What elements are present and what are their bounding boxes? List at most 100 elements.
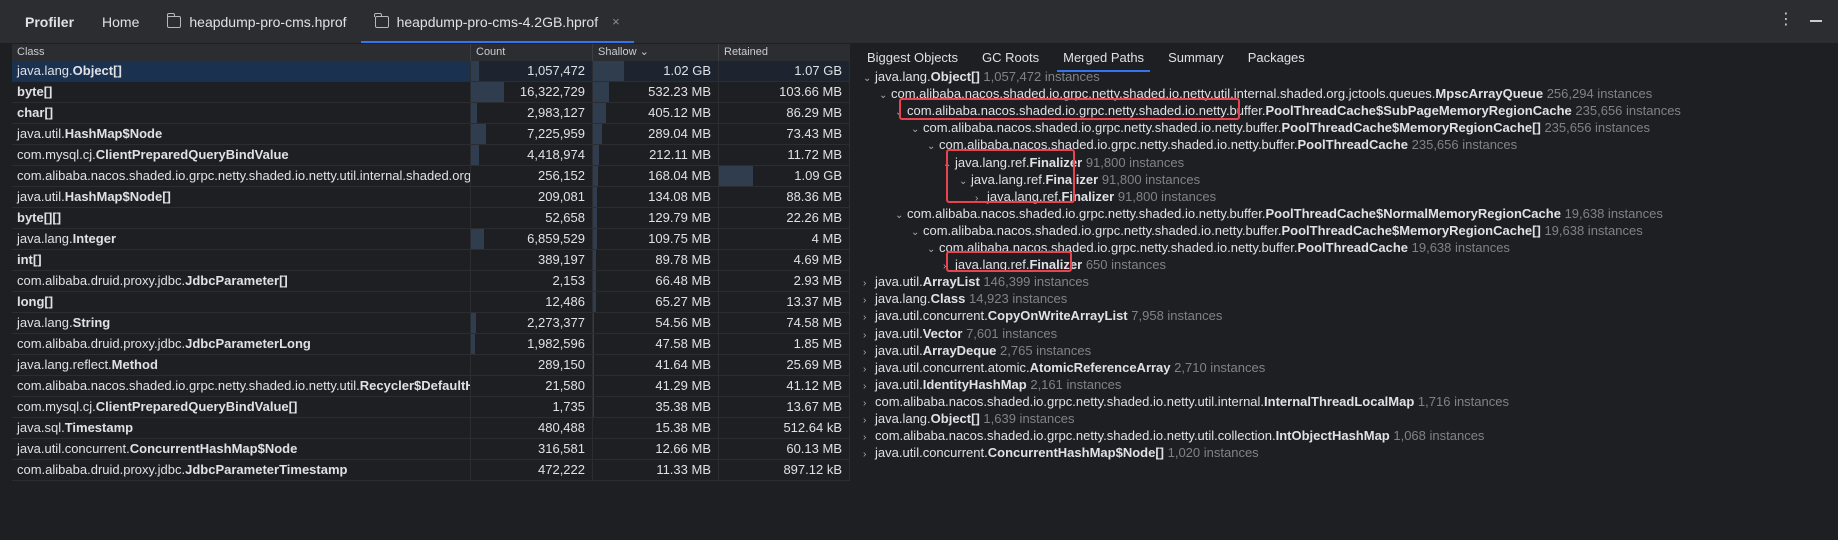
retained-value: 73.43 MB bbox=[786, 126, 842, 141]
tree-node[interactable]: › com.alibaba.nacos.shaded.io.grpc.netty.… bbox=[863, 427, 1484, 444]
chevron-down-icon[interactable]: ⌄ bbox=[895, 207, 907, 224]
chevron-down-icon[interactable]: ⌄ bbox=[927, 138, 939, 155]
shallow-cell: 109.75 MB bbox=[593, 229, 719, 249]
tree-node[interactable]: › java.util.concurrent.atomic.AtomicRefer… bbox=[863, 359, 1265, 376]
minimize-icon[interactable] bbox=[1810, 20, 1822, 22]
column-header-retained[interactable]: Retained bbox=[719, 44, 850, 61]
shallow-value: 89.78 MB bbox=[655, 252, 711, 267]
retained-cell: 60.13 MB bbox=[719, 439, 850, 459]
table-row[interactable]: java.lang.Object[] 1,057,472 1.02 GB 1.07 G… bbox=[12, 61, 850, 82]
tree-node[interactable]: › java.lang.Class 14,923 instances bbox=[863, 290, 1067, 307]
tree-node[interactable]: › java.util.ArrayDeque 2,765 instances bbox=[863, 342, 1091, 359]
count-proportion-bar bbox=[471, 229, 485, 249]
shallow-cell: 35.38 MB bbox=[593, 397, 719, 417]
shallow-cell: 66.48 MB bbox=[593, 271, 719, 291]
tree-node-class: InternalThreadLocalMap bbox=[1264, 393, 1415, 409]
class-package: com.alibaba.druid.proxy.jdbc. bbox=[17, 462, 186, 477]
chevron-down-icon[interactable]: ⌄ bbox=[879, 87, 891, 104]
tab-packages[interactable]: Packages bbox=[1236, 44, 1317, 72]
retained-cell: 2.93 MB bbox=[719, 271, 850, 291]
class-package: java.lang. bbox=[17, 315, 73, 330]
table-row[interactable]: java.lang.Integer 6,859,529 109.75 MB 4 MB bbox=[12, 229, 850, 250]
tree-node-package: com.alibaba.nacos.shaded.io.grpc.netty.s… bbox=[875, 393, 1265, 409]
tree-node-package: java.util. bbox=[875, 325, 923, 341]
tree-node[interactable]: ⌄ com.alibaba.nacos.shaded.io.grpc.netty.… bbox=[911, 119, 1650, 136]
tree-node-package: com.alibaba.nacos.shaded.io.grpc.netty.s… bbox=[923, 222, 1282, 238]
table-row[interactable]: char[] 2,983,127 405.12 MB 86.29 MB bbox=[12, 103, 850, 124]
tree-node-instance-count: 1,068 instances bbox=[1393, 428, 1485, 444]
shallow-proportion-bar bbox=[593, 271, 596, 291]
column-header-class[interactable]: Class bbox=[12, 44, 471, 61]
table-row[interactable]: java.util.HashMap$Node 7,225,959 289.04 MB… bbox=[12, 124, 850, 145]
class-name-cell: java.lang.Object[] bbox=[12, 61, 471, 81]
highlight-box bbox=[946, 251, 1072, 272]
tree-node-class: Vector bbox=[922, 325, 963, 341]
chevron-down-icon[interactable]: ⌄ bbox=[927, 241, 939, 258]
table-row[interactable]: java.util.HashMap$Node[] 209,081 134.08 MB… bbox=[12, 187, 850, 208]
table-row[interactable]: com.mysql.cj.ClientPreparedQueryBindValu… bbox=[12, 397, 850, 418]
shallow-value: 1.02 GB bbox=[663, 63, 711, 78]
tree-node[interactable]: › java.util.concurrent.ConcurrentHashMap$… bbox=[863, 444, 1259, 461]
table-row[interactable]: java.lang.String 2,273,377 54.56 MB 74.58 M… bbox=[12, 313, 850, 334]
table-row[interactable]: byte[] 16,322,729 532.23 MB 103.66 MB bbox=[12, 82, 850, 103]
tree-node-class: CopyOnWriteArrayList bbox=[987, 308, 1128, 324]
shallow-proportion-bar bbox=[593, 313, 595, 333]
tab-heapdump-pro-cms-4-2gb[interactable]: heapdump-pro-cms-4.2GB.hprof × bbox=[360, 0, 634, 43]
chevron-down-icon[interactable]: ⌄ bbox=[911, 224, 923, 241]
table-row[interactable]: com.alibaba.druid.proxy.jdbc.JdbcParamet… bbox=[12, 271, 850, 292]
retained-cell: 13.37 MB bbox=[719, 292, 850, 312]
table-row[interactable]: com.alibaba.druid.proxy.jdbc.JdbcParamet… bbox=[12, 460, 850, 481]
class-package: java.lang.reflect. bbox=[17, 357, 112, 372]
table-row[interactable]: long[] 12,486 65.27 MB 13.37 MB bbox=[12, 292, 850, 313]
shallow-value: 109.75 MB bbox=[648, 231, 711, 246]
tree-node[interactable]: › com.alibaba.nacos.shaded.io.grpc.netty.… bbox=[863, 393, 1509, 410]
tab-summary[interactable]: Summary bbox=[1156, 44, 1236, 72]
class-simple-name: JdbcParameterTimestamp bbox=[185, 462, 348, 477]
table-row[interactable]: int[] 389,197 89.78 MB 4.69 MB bbox=[12, 250, 850, 271]
column-header-shallow[interactable]: Shallow ⌄ bbox=[593, 44, 719, 61]
column-header-count[interactable]: Count bbox=[471, 44, 593, 61]
tree-node[interactable]: ⌄ com.alibaba.nacos.shaded.io.grpc.netty.… bbox=[911, 222, 1643, 239]
tree-node[interactable]: › java.util.ArrayList 146,399 instances bbox=[863, 273, 1089, 290]
count-proportion-bar bbox=[471, 82, 504, 102]
tab-home[interactable]: Home bbox=[88, 0, 153, 43]
count-value: 1,735 bbox=[552, 399, 585, 414]
tree-node-package: java.util.concurrent. bbox=[875, 445, 988, 461]
class-package: com.mysql.cj. bbox=[17, 399, 96, 414]
retained-value: 512.64 kB bbox=[783, 420, 842, 435]
table-row[interactable]: java.util.concurrent.ConcurrentHashMap$N… bbox=[12, 439, 850, 460]
table-row[interactable]: byte[][] 52,658 129.79 MB 22.26 MB bbox=[12, 208, 850, 229]
count-proportion-bar bbox=[471, 61, 480, 81]
tab-heapdump-pro-cms[interactable]: heapdump-pro-cms.hprof bbox=[153, 0, 360, 43]
table-body: java.lang.Object[] 1,057,472 1.02 GB 1.07 G… bbox=[12, 61, 850, 481]
tree-node[interactable]: ⌄ java.lang.Object[] 1,057,472 instances bbox=[863, 68, 1100, 85]
tree-node[interactable]: › java.util.Vector 7,601 instances bbox=[863, 325, 1057, 342]
retained-cell: 11.72 MB bbox=[719, 145, 850, 165]
tree-node[interactable]: › java.util.IdentityHashMap 2,161 instanc… bbox=[863, 376, 1121, 393]
table-row[interactable]: com.alibaba.nacos.shaded.io.grpc.netty.s… bbox=[12, 166, 850, 187]
shallow-cell: 15.38 MB bbox=[593, 418, 719, 438]
close-icon[interactable]: × bbox=[612, 14, 620, 29]
chevron-down-icon[interactable]: ⌄ bbox=[911, 121, 923, 138]
class-package: java.util.concurrent. bbox=[17, 441, 130, 456]
chevron-right-icon[interactable]: › bbox=[863, 446, 875, 463]
tree-node[interactable]: ⌄ com.alibaba.nacos.shaded.io.grpc.netty.… bbox=[895, 205, 1663, 222]
table-row[interactable]: com.alibaba.nacos.shaded.io.grpc.netty.s… bbox=[12, 376, 850, 397]
class-package: com.mysql.cj. bbox=[17, 147, 96, 162]
more-options-icon[interactable]: ⋮ bbox=[1778, 12, 1794, 28]
table-row[interactable]: com.mysql.cj.ClientPreparedQueryBindValu… bbox=[12, 145, 850, 166]
tree-node[interactable]: › java.util.concurrent.CopyOnWriteArrayLi… bbox=[863, 307, 1222, 324]
table-row[interactable]: java.sql.Timestamp 480,488 15.38 MB 512.64 … bbox=[12, 418, 850, 439]
tree-node-package: java.lang. bbox=[875, 411, 931, 426]
tree-node-package: com.alibaba.nacos.shaded.io.grpc.netty.s… bbox=[907, 205, 1266, 221]
folder-icon bbox=[374, 12, 389, 28]
retained-value: 2.93 MB bbox=[793, 273, 842, 288]
tree-node[interactable]: › java.lang.Object[] 1,639 instances bbox=[863, 410, 1074, 427]
shallow-cell: 405.12 MB bbox=[593, 103, 719, 123]
chevron-down-icon[interactable]: ⌄ bbox=[863, 70, 875, 87]
table-row[interactable]: com.alibaba.druid.proxy.jdbc.JdbcParamet… bbox=[12, 334, 850, 355]
tree-node-instance-count: 1,057,472 instances bbox=[983, 69, 1100, 84]
count-proportion-bar bbox=[471, 313, 476, 333]
table-row[interactable]: java.lang.reflect.Method 289,150 41.64 MB 2… bbox=[12, 355, 850, 376]
retained-value: 25.69 MB bbox=[786, 357, 842, 372]
